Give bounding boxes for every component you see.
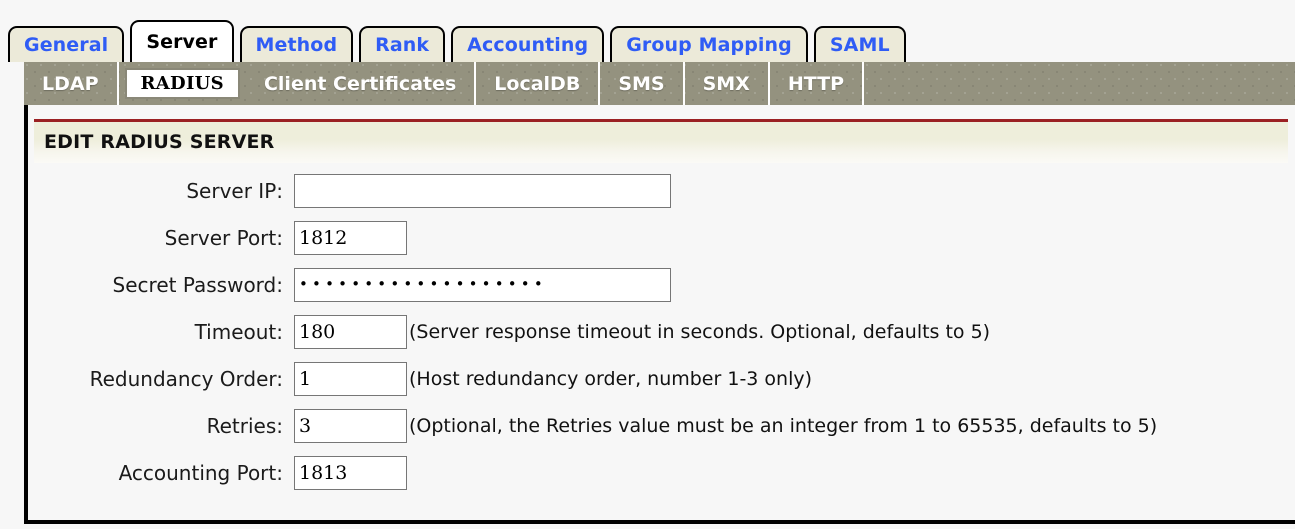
password-mask: ••••••••••••••••••• bbox=[299, 275, 547, 293]
input-value-server-port: 1812 bbox=[299, 226, 348, 249]
primary-tab-strip: General Server Method Rank Accounting Group M… bbox=[0, 0, 1295, 62]
content-panel: EDIT RADIUS SERVER Server IP: Server Port… bbox=[24, 105, 1295, 524]
subtab-ldap[interactable]: LDAP bbox=[24, 62, 119, 105]
input-timeout[interactable]: 180 bbox=[294, 314, 407, 349]
tab-general[interactable]: General bbox=[8, 26, 125, 62]
hint-retries: (Optional, the Retries value must be an … bbox=[409, 414, 1158, 437]
form-row-server-port: Server Port: 1812 bbox=[28, 214, 1295, 261]
hint-timeout: (Server response timeout in seconds. Opt… bbox=[409, 320, 991, 343]
input-redundancy-order[interactable]: 1 bbox=[294, 361, 407, 396]
label-redundancy-order: Redundancy Order: bbox=[89, 366, 283, 391]
form-row-server-ip: Server IP: bbox=[28, 167, 1295, 214]
subtab-bar-filler bbox=[864, 62, 1295, 105]
tab-server[interactable]: Server bbox=[130, 20, 234, 62]
subtab-smx[interactable]: SMX bbox=[685, 62, 770, 105]
tab-method[interactable]: Method bbox=[239, 26, 354, 62]
primary-tab-row: General Server Method Rank Accounting Group M… bbox=[8, 20, 912, 62]
form-row-accounting-port: Accounting Port: 1813 bbox=[28, 449, 1295, 496]
secondary-tab-bar: LDAP RADIUS Client Certificates LocalDB SMS S… bbox=[24, 62, 1295, 105]
page-title: EDIT RADIUS SERVER bbox=[44, 131, 275, 153]
label-timeout: Timeout: bbox=[194, 319, 283, 344]
label-accounting-port: Accounting Port: bbox=[118, 460, 283, 485]
label-server-ip: Server IP: bbox=[186, 178, 283, 203]
input-value-accounting-port: 1813 bbox=[299, 461, 348, 484]
subtab-localdb[interactable]: LocalDB bbox=[476, 62, 601, 105]
tab-group-mapping[interactable]: Group Mapping bbox=[610, 26, 808, 62]
form-row-redundancy-order: Redundancy Order: 1 (Host redundancy order… bbox=[28, 355, 1295, 402]
form-row-timeout: Timeout: 180 (Server response timeout in s… bbox=[28, 308, 1295, 355]
tab-accounting[interactable]: Accounting bbox=[451, 26, 605, 62]
form-row-retries: Retries: 3 (Optional, the Retries value mu… bbox=[28, 402, 1295, 449]
hint-redundancy-order: (Host redundancy order, number 1-3 only) bbox=[409, 367, 813, 390]
radius-server-form: Server IP: Server Port: 1812 Secret Passwor… bbox=[28, 167, 1295, 496]
section-header: EDIT RADIUS SERVER bbox=[34, 119, 1288, 163]
label-retries: Retries: bbox=[206, 413, 283, 438]
input-value-retries: 3 bbox=[299, 414, 312, 437]
tab-rank[interactable]: Rank bbox=[359, 26, 446, 62]
subtab-sms[interactable]: SMS bbox=[600, 62, 685, 105]
input-retries[interactable]: 3 bbox=[294, 408, 407, 443]
label-secret-password: Secret Password: bbox=[112, 272, 283, 297]
input-server-ip[interactable] bbox=[294, 173, 671, 208]
input-value-redundancy-order: 1 bbox=[299, 367, 312, 390]
tab-saml[interactable]: SAML bbox=[813, 26, 906, 62]
subtab-http[interactable]: HTTP bbox=[770, 62, 865, 105]
subtab-client-certificates[interactable]: Client Certificates bbox=[246, 62, 477, 105]
input-value-timeout: 180 bbox=[299, 320, 336, 343]
input-accounting-port[interactable]: 1813 bbox=[294, 455, 407, 490]
form-row-secret-password: Secret Password: ••••••••••••••••••• bbox=[28, 261, 1295, 308]
input-server-port[interactable]: 1812 bbox=[294, 220, 407, 255]
subtab-radius[interactable]: RADIUS bbox=[124, 68, 240, 99]
label-server-port: Server Port: bbox=[164, 225, 283, 250]
input-secret-password[interactable]: ••••••••••••••••••• bbox=[294, 267, 671, 302]
